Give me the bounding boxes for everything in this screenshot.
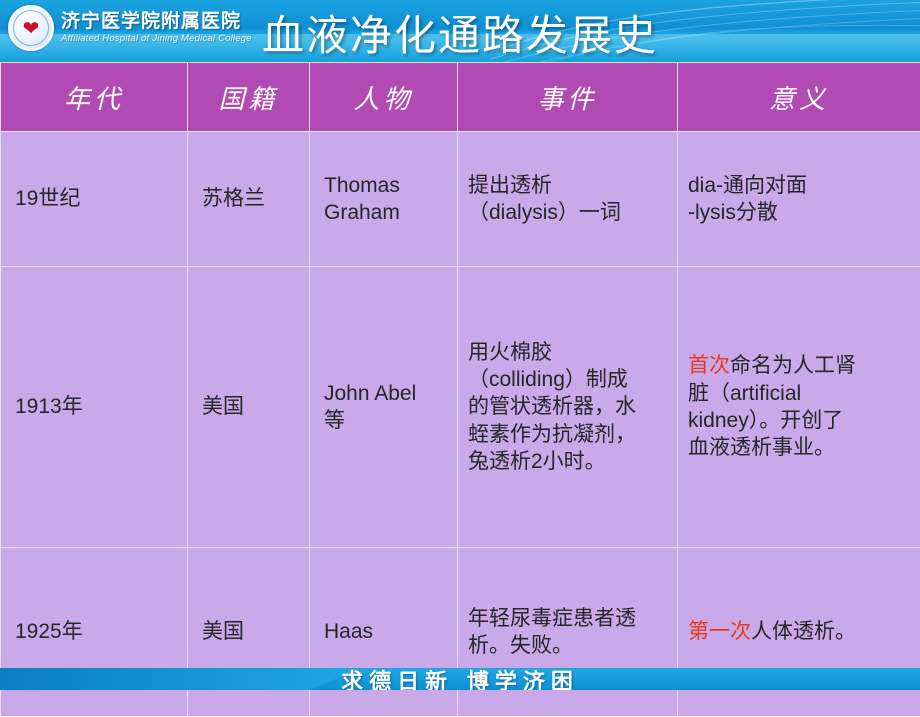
cell-line: Thomas [324,172,447,199]
table-row: 1925年 美国 Haas 年轻尿毒症患者透 析。失败。 第一次人体透析。 [1,548,920,717]
cell-line-first: 第一次人体透析。 [688,618,910,645]
history-table: 年代 国籍 人物 事件 意义 19世纪 苏格兰 Thomas Graham 提出… [0,62,920,717]
highlight-text: 首次 [688,354,730,377]
cell-line: dia-通向对面 [688,172,910,199]
cell-event: 用火棉胶 （colliding）制成 的管状透析器，水 蛭素作为抗凝剂， 兔透析… [458,267,678,548]
cell-person: Thomas Graham [310,132,458,267]
column-header-person: 人物 [310,63,458,132]
cell-line: 脏（artificial [688,380,910,407]
table-row: 19世纪 苏格兰 Thomas Graham 提出透析 （dialysis）一词… [1,132,920,267]
hospital-logo: ❤ 济宁医学院附属医院 Affiliated Hospital of Jinin… [8,5,252,51]
cell-line: 等 [324,407,447,434]
cell-line: （colliding）制成 [468,366,667,393]
footer-wedge [0,668,360,690]
column-header-event: 事件 [458,63,678,132]
column-header-year: 年代 [1,63,188,132]
slide-header-banner: ❤ 济宁医学院附属医院 Affiliated Hospital of Jinin… [0,0,920,62]
slide-footer-bar: 求德日新 博学济困 [0,668,920,690]
column-header-country: 国籍 [188,63,310,132]
cell-meaning: 首次命名为人工肾 脏（artificial kidney）。开创了 血液透析事业… [678,267,920,548]
cell-line: 析。失败。 [468,632,667,659]
hospital-name-cn: 济宁医学院附属医院 [61,12,252,32]
cell-event: 提出透析 （dialysis）一词 [458,132,678,267]
cell-meaning: 第一次人体透析。 [678,548,920,717]
heart-glyph: ❤ [23,19,40,39]
cell-line: 蛭素作为抗凝剂， [468,421,667,448]
cell-country: 美国 [188,548,310,717]
cell-line: 人体透析。 [751,620,856,643]
cell-line: 兔透析2小时。 [468,448,667,475]
cell-person: Haas [310,548,458,717]
cell-line: -lysis分散 [688,199,910,226]
heart-shield-icon: ❤ [8,5,54,51]
table-row: 1913年 美国 John Abel 等 用火棉胶 （colliding）制成 … [1,267,920,548]
footer-slogan: 求德日新 博学济困 [341,668,579,690]
highlight-text: 第一次 [688,620,751,643]
cell-line: 血液透析事业。 [688,434,910,461]
cell-meaning: dia-通向对面 -lysis分散 [678,132,920,267]
cell-year: 1913年 [1,267,188,548]
history-table-wrapper: 年代 国籍 人物 事件 意义 19世纪 苏格兰 Thomas Graham 提出… [0,62,920,717]
cell-line: 命名为人工肾 [730,354,856,377]
cell-line: Haas [324,618,447,645]
cell-line: 年轻尿毒症患者透 [468,605,667,632]
hospital-name-en: Affiliated Hospital of Jining Medical Co… [61,34,252,44]
cell-person: John Abel 等 [310,267,458,548]
cell-line: Graham [324,199,447,226]
column-header-meaning: 意义 [678,63,920,132]
cell-country: 美国 [188,267,310,548]
cell-line: John Abel [324,380,447,407]
cell-line-first: 首次命名为人工肾 [688,352,910,379]
cell-event: 年轻尿毒症患者透 析。失败。 [458,548,678,717]
hospital-name-block: 济宁医学院附属医院 Affiliated Hospital of Jining … [61,12,252,44]
cell-line: kidney）。开创了 [688,407,910,434]
cell-year: 19世纪 [1,132,188,267]
cell-line: （dialysis）一词 [468,199,667,226]
cell-line: 用火棉胶 [468,339,667,366]
banner-decorative-lines [490,0,920,62]
cell-country: 苏格兰 [188,132,310,267]
table-header-row: 年代 国籍 人物 事件 意义 [1,63,920,132]
cell-line: 的管状透析器，水 [468,393,667,420]
cell-year: 1925年 [1,548,188,717]
cell-line: 提出透析 [468,172,667,199]
